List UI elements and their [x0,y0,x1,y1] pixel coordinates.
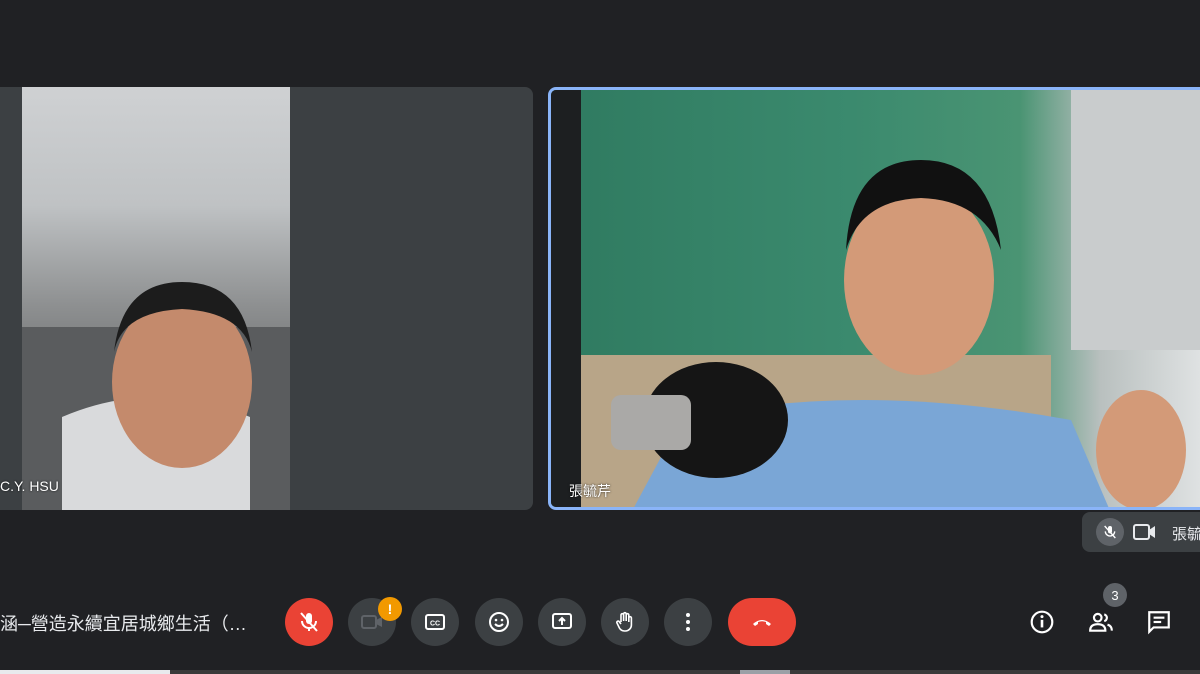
present-screen-button[interactable] [538,598,586,646]
chat-icon [1148,611,1170,635]
more-options-button[interactable] [664,598,712,646]
reactions-button[interactable] [475,598,523,646]
svg-text:CC: CC [430,621,440,628]
participant-video-placeholder-icon [551,90,1200,507]
call-end-icon [753,620,771,626]
participant-video-placeholder-icon [22,282,290,510]
leave-call-button[interactable] [728,598,796,646]
participant-name-label: 張毓芹 [569,483,611,499]
self-view-mini-bar[interactable]: 張毓 [1082,512,1200,552]
participant-tile-cy-hsu[interactable]: C.Y. HSU [0,87,533,510]
more-vert-icon [686,613,690,631]
participant-tile-active-speaker[interactable]: 張毓芹 [548,87,1200,510]
emoji-icon [489,612,509,632]
mic-off-icon [300,612,318,632]
show-everyone-button[interactable] [1083,604,1119,640]
people-icon [1089,612,1113,632]
present-screen-icon [552,613,572,629]
captions-button[interactable]: CC [411,598,459,646]
meeting-details-button[interactable] [1024,604,1060,640]
participant-video [551,90,1200,507]
taskbar-strip [0,670,1200,674]
mic-toggle-button[interactable] [285,598,333,646]
raise-hand-icon [616,611,633,632]
self-name-label: 張毓 [1172,526,1200,543]
captions-icon: CC [425,614,445,630]
raise-hand-button[interactable] [601,598,649,646]
info-icon [1030,610,1054,634]
camera-warning-badge: ! [378,597,402,621]
participant-video [22,87,290,510]
chat-button[interactable] [1141,604,1177,640]
meeting-title[interactable]: 涵─營造永續宜居城鄉生活（… [0,610,247,636]
participant-name-label: C.Y. HSU [0,478,59,494]
camera-icon[interactable] [1132,520,1158,544]
mic-off-icon[interactable] [1096,518,1124,546]
